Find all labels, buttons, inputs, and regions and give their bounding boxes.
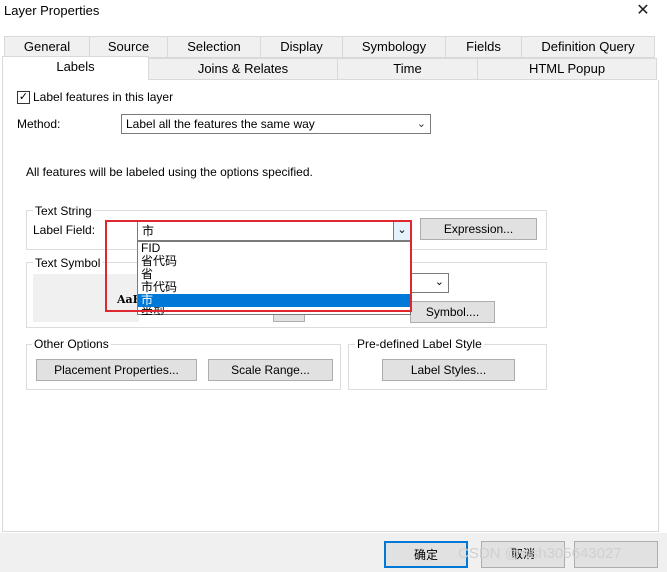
- title-bar: Layer Properties ✕: [0, 0, 667, 30]
- method-select[interactable]: Label all the features the same way ⌄: [121, 114, 431, 134]
- text-symbol-legend: Text Symbol: [33, 256, 103, 270]
- method-value: Label all the features the same way: [126, 117, 315, 131]
- scale-range-button[interactable]: Scale Range...: [208, 359, 333, 381]
- predefined-legend: Pre-defined Label Style: [355, 337, 484, 351]
- label-features-label: Label features in this layer: [33, 90, 174, 104]
- ok-button[interactable]: 确定: [384, 541, 468, 568]
- font-size-select[interactable]: ⌄: [410, 273, 449, 293]
- label-field-label: Label Field:: [33, 223, 96, 237]
- tab-time[interactable]: Time: [337, 58, 478, 80]
- tab-html-popup[interactable]: HTML Popup: [477, 58, 657, 80]
- close-icon[interactable]: ✕: [628, 0, 658, 24]
- chevron-down-icon: ⌄: [434, 276, 444, 288]
- tab-display[interactable]: Display: [260, 36, 343, 58]
- highlight-annotation: [105, 220, 412, 312]
- tab-source[interactable]: Source: [89, 36, 168, 58]
- tab-general[interactable]: General: [4, 36, 90, 58]
- info-text: All features will be labeled using the o…: [26, 165, 313, 179]
- tab-fields[interactable]: Fields: [445, 36, 522, 58]
- method-label: Method:: [17, 117, 61, 131]
- tab-definition-query[interactable]: Definition Query: [521, 36, 655, 58]
- tab-symbology[interactable]: Symbology: [342, 36, 446, 58]
- other-options-legend: Other Options: [32, 337, 111, 351]
- chevron-down-icon: ⌄: [416, 118, 426, 130]
- symbol-button[interactable]: Symbol....: [410, 301, 495, 323]
- label-styles-button[interactable]: Label Styles...: [382, 359, 515, 381]
- label-features-checkbox[interactable]: ✓: [17, 91, 30, 104]
- tab-labels[interactable]: Labels: [2, 56, 149, 80]
- expression-button[interactable]: Expression...: [420, 218, 537, 240]
- text-string-legend: Text String: [33, 204, 94, 218]
- window-title: Layer Properties: [4, 3, 100, 18]
- watermark: CSDN @wsh305643027: [458, 545, 622, 562]
- tab-selection[interactable]: Selection: [167, 36, 261, 58]
- tab-joins-relates[interactable]: Joins & Relates: [148, 58, 338, 80]
- placement-properties-button[interactable]: Placement Properties...: [36, 359, 197, 381]
